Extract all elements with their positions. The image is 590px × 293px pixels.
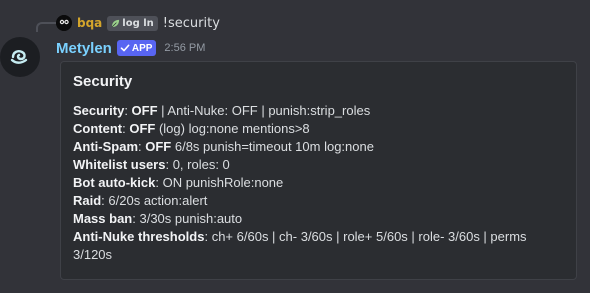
reply-avatar-icon[interactable] <box>56 15 72 31</box>
author-avatar[interactable] <box>0 37 40 77</box>
reply-reference[interactable]: bqa log ln !security <box>56 14 220 32</box>
author-username[interactable]: Metylen <box>56 40 112 57</box>
embed-description: Security: OFF | Anti-Nuke: OFF | punish:… <box>73 102 564 264</box>
embed-line-whitelist: Whitelist users: 0, roles: 0 <box>73 157 230 172</box>
embed-line-mass-ban: Mass ban: 3/30s punish:auto <box>73 211 243 226</box>
message-timestamp[interactable]: 2:56 PM <box>164 42 205 54</box>
reply-user-tag[interactable]: log ln <box>107 15 158 31</box>
embed-line-content: Content: OFF (log) log:none mentions>8 <box>73 121 310 136</box>
embed-title: Security <box>73 73 133 90</box>
message-header: Metylen APP 2:56 PM <box>56 38 205 58</box>
app-badge: APP <box>116 40 157 56</box>
embed-line-anti-spam: Anti-Spam: OFF 6/8s punish=timeout 10m l… <box>73 139 374 154</box>
embed-line-raid: Raid: 6/20s action:alert <box>73 193 208 208</box>
swirl-logo-icon <box>10 50 28 64</box>
embed-line-bot-auto-kick: Bot auto-kick: ON punishRole:none <box>73 175 284 190</box>
app-badge-label: APP <box>131 42 153 54</box>
reply-connector-line <box>36 22 56 32</box>
chat-message: bqa log ln !security Metylen APP 2:56 PM… <box>0 0 590 293</box>
leaf-icon <box>111 19 120 27</box>
embed-line-security: Security: OFF | Anti-Nuke: OFF | punish:… <box>73 103 371 118</box>
reply-username[interactable]: bqa <box>77 16 102 30</box>
embed-line-anti-nuke-thresholds: Anti-Nuke thresholds: ch+ 6/60s | ch- 3/… <box>73 229 527 262</box>
security-embed: Security Security: OFF | Anti-Nuke: OFF … <box>60 61 577 280</box>
checkmark-icon <box>120 44 130 52</box>
reply-tag-label: log ln <box>122 17 154 29</box>
reply-message-text[interactable]: !security <box>163 16 220 31</box>
